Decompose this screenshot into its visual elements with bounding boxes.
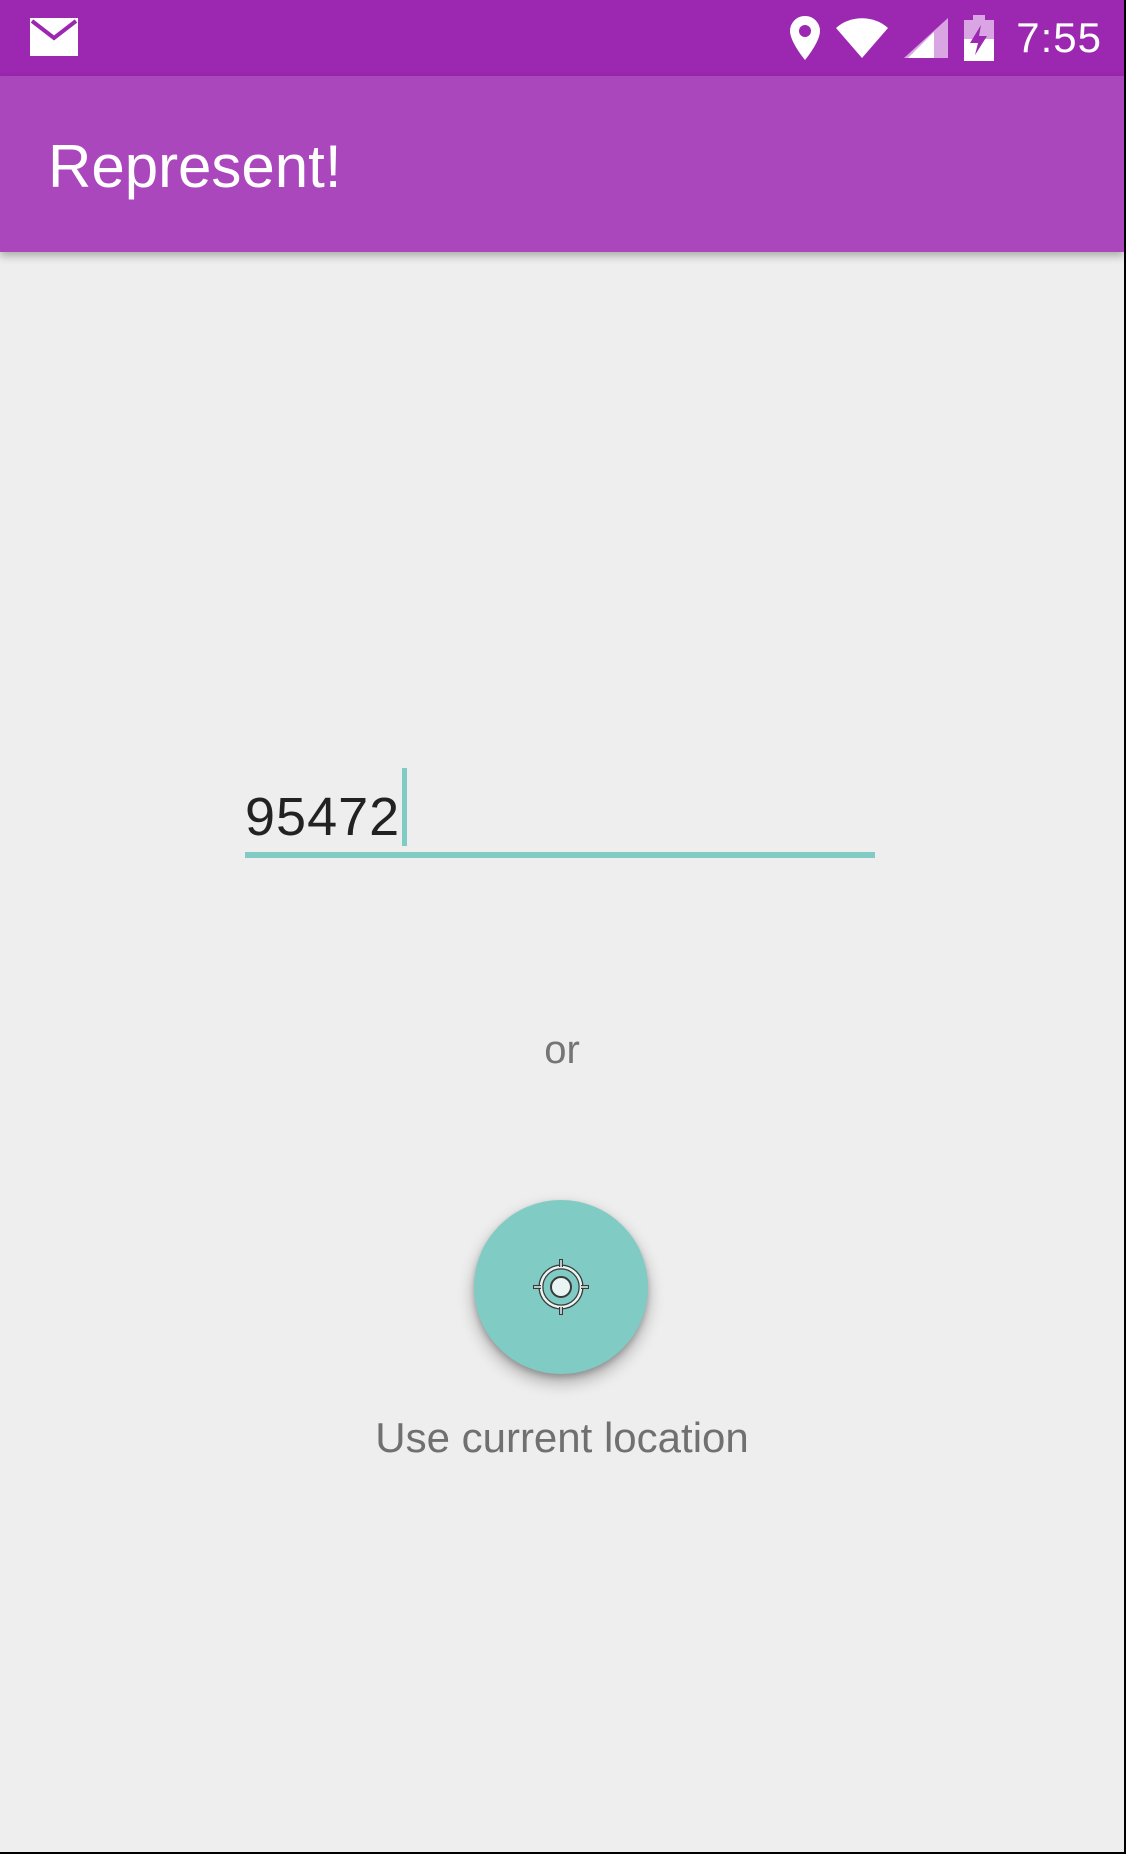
status-time: 7:55 bbox=[1016, 14, 1102, 61]
app-bar: Represent! bbox=[0, 76, 1124, 252]
battery-charging-icon bbox=[964, 15, 995, 61]
zip-code-input[interactable]: 95472 bbox=[245, 768, 875, 860]
use-current-location-label: Use current location bbox=[375, 1414, 749, 1461]
text-cursor bbox=[402, 768, 407, 846]
location-pin-icon bbox=[790, 16, 821, 60]
app-title: Represent! bbox=[48, 133, 342, 200]
signal-icon bbox=[904, 18, 949, 58]
use-current-location-button[interactable] bbox=[474, 1200, 648, 1374]
mail-icon bbox=[30, 18, 78, 56]
input-underline bbox=[245, 852, 875, 858]
or-divider-text: or bbox=[544, 1028, 580, 1072]
status-bar: 7:55 bbox=[0, 0, 1124, 76]
crosshair-location-icon bbox=[533, 1259, 589, 1315]
status-icons: 7:55 bbox=[790, 0, 1102, 76]
app-screen: 7:55 Represent! 95472 or Use current loc… bbox=[0, 0, 1124, 1852]
wifi-icon bbox=[836, 18, 889, 58]
zip-code-value[interactable]: 95472 bbox=[245, 786, 400, 848]
